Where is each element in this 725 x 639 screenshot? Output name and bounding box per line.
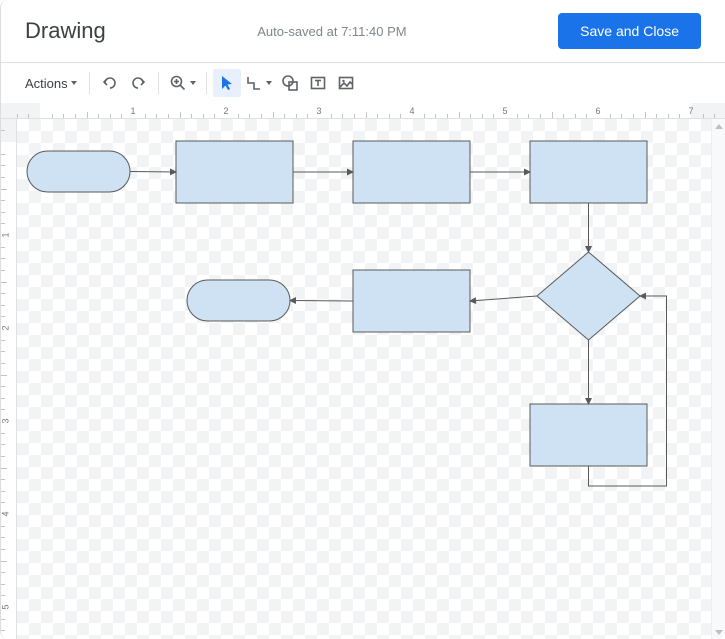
- flowchart-diamond[interactable]: [537, 252, 640, 340]
- textbox-tool-button[interactable]: [304, 69, 332, 97]
- undo-icon: [101, 74, 119, 92]
- flowchart-rect[interactable]: [353, 270, 470, 332]
- save-and-close-button[interactable]: Save and Close: [558, 13, 701, 49]
- zoom-button[interactable]: [165, 69, 200, 97]
- autosave-status: Auto-saved at 7:11:40 PM: [122, 24, 542, 39]
- ruler-label: 3: [1, 418, 11, 423]
- flowchart-rect[interactable]: [530, 141, 647, 203]
- work-area: 1 2 3 4 5: [1, 119, 725, 639]
- shape-tool-button[interactable]: [276, 69, 304, 97]
- dialog-header: Drawing Auto-saved at 7:11:40 PM Save an…: [1, 0, 725, 62]
- shape-icon: [281, 74, 299, 92]
- undo-button[interactable]: [96, 69, 124, 97]
- ruler-label: 5: [1, 604, 11, 609]
- flowchart-connector[interactable]: [130, 172, 176, 173]
- vertical-ruler: 1 2 3 4 5: [1, 119, 17, 639]
- ruler-label: 2: [1, 325, 11, 330]
- flowchart-connector[interactable]: [290, 301, 353, 302]
- scroll-down-button[interactable]: [712, 625, 725, 639]
- flowchart-rounded[interactable]: [27, 151, 130, 192]
- cursor-icon: [218, 74, 236, 92]
- ruler-label: 4: [409, 106, 414, 116]
- page-title: Drawing: [25, 18, 106, 44]
- select-tool-button[interactable]: [213, 69, 241, 97]
- ruler-label: 7: [688, 106, 693, 116]
- flowchart-rect[interactable]: [353, 141, 470, 203]
- flowchart-svg: [17, 119, 711, 639]
- horizontal-ruler: 1 2 3 4 5 6 7: [1, 103, 725, 119]
- ruler-label: 2: [223, 106, 228, 116]
- dropdown-caret-icon: [190, 81, 196, 85]
- ruler-label: 3: [316, 106, 321, 116]
- zoom-icon: [169, 74, 187, 92]
- toolbar-separator: [158, 72, 159, 94]
- actions-menu-label: Actions: [25, 76, 68, 91]
- drawing-dialog: Drawing Auto-saved at 7:11:40 PM Save an…: [0, 0, 725, 639]
- flowchart-connector[interactable]: [470, 296, 537, 301]
- ruler-label: 6: [595, 106, 600, 116]
- image-tool-button[interactable]: [332, 69, 360, 97]
- chevron-down-icon: [715, 630, 723, 635]
- image-icon: [337, 74, 355, 92]
- textbox-icon: [309, 74, 327, 92]
- vertical-scrollbar[interactable]: [711, 119, 725, 639]
- drawing-canvas[interactable]: [17, 119, 711, 639]
- flowchart-rect[interactable]: [176, 141, 293, 203]
- ruler-label: 4: [1, 511, 11, 516]
- line-icon: [245, 74, 263, 92]
- line-tool-button[interactable]: [241, 69, 276, 97]
- ruler-label: 5: [502, 106, 507, 116]
- actions-menu-button[interactable]: Actions: [19, 69, 83, 97]
- dropdown-caret-icon: [266, 81, 272, 85]
- redo-icon: [129, 74, 147, 92]
- ruler-label: 1: [1, 232, 11, 237]
- ruler-label: 1: [130, 106, 135, 116]
- redo-button[interactable]: [124, 69, 152, 97]
- dropdown-caret-icon: [71, 81, 77, 85]
- scroll-up-button[interactable]: [712, 119, 725, 133]
- toolbar-separator: [206, 72, 207, 94]
- toolbar-separator: [89, 72, 90, 94]
- flowchart-rounded[interactable]: [187, 280, 290, 321]
- flowchart-rect[interactable]: [530, 404, 647, 466]
- chevron-up-icon: [715, 124, 723, 129]
- toolbar: Actions: [1, 63, 725, 103]
